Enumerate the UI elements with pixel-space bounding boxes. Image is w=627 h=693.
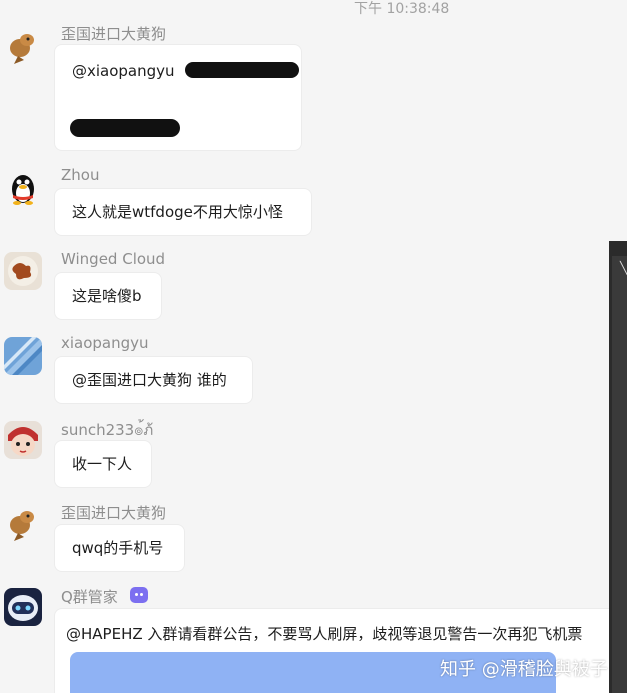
message-timestamp: 下午 10:38:48 bbox=[354, 1, 450, 17]
side-panel-inner bbox=[612, 256, 627, 693]
sender-name[interactable]: Zhou bbox=[61, 166, 99, 184]
message-text: qwq的手机号 bbox=[72, 539, 164, 557]
feather-avatar-icon[interactable] bbox=[4, 337, 42, 375]
bot-badge-icon bbox=[130, 587, 148, 603]
food-plate-avatar-icon[interactable] bbox=[4, 252, 42, 290]
penguin-avatar-icon[interactable] bbox=[4, 169, 42, 207]
cartoon-girl-avatar-icon[interactable] bbox=[4, 421, 42, 459]
sender-name[interactable]: 歪国进口大黄狗 bbox=[61, 502, 166, 523]
message-text: @xiaopangyu bbox=[72, 62, 175, 80]
message-bubble[interactable]: qwq的手机号 bbox=[54, 524, 185, 572]
message-bubble[interactable]: 这人就是wtfdoge不用大惊小怪 bbox=[54, 188, 312, 236]
sender-name[interactable]: Winged Cloud bbox=[61, 250, 165, 268]
redaction-mark bbox=[185, 62, 299, 78]
message-bubble[interactable]: @歪国进口大黄狗 谁的 bbox=[54, 356, 253, 404]
message-text: @HAPEHZ 入群请看群公告，不要骂人刷屏，歧视等退见警告一次再犯飞机票 bbox=[66, 625, 583, 643]
message-text: 这人就是wtfdoge不用大惊小怪 bbox=[72, 203, 283, 221]
doge-avatar-icon[interactable] bbox=[4, 28, 42, 66]
sender-name[interactable]: sunch233๏้ภ้ bbox=[61, 418, 153, 442]
message-bubble[interactable]: 收一下人 bbox=[54, 440, 152, 488]
message-text: @歪国进口大黄狗 谁的 bbox=[72, 371, 227, 389]
sender-name[interactable]: 歪国进口大黄狗 bbox=[61, 23, 166, 44]
chat-window: 下午 10:38:48 歪国进口大黄狗 @xiaopangyu Zhou 这人就… bbox=[0, 0, 627, 693]
watermark: 知乎 @滑稽脸與被子 bbox=[440, 659, 608, 680]
robot-avatar-icon[interactable] bbox=[4, 588, 42, 626]
sender-name[interactable]: Q群管家 bbox=[61, 586, 118, 607]
message-text: 这是啥傻b bbox=[72, 287, 142, 305]
message-text: 收一下人 bbox=[72, 455, 133, 473]
message-bubble[interactable]: 这是啥傻b bbox=[54, 272, 162, 320]
side-panel-marker-icon: ╲ bbox=[620, 261, 627, 275]
sender-name[interactable]: xiaopangyu bbox=[61, 334, 149, 352]
doge-avatar-icon[interactable] bbox=[4, 505, 42, 543]
redaction-mark bbox=[70, 119, 180, 137]
